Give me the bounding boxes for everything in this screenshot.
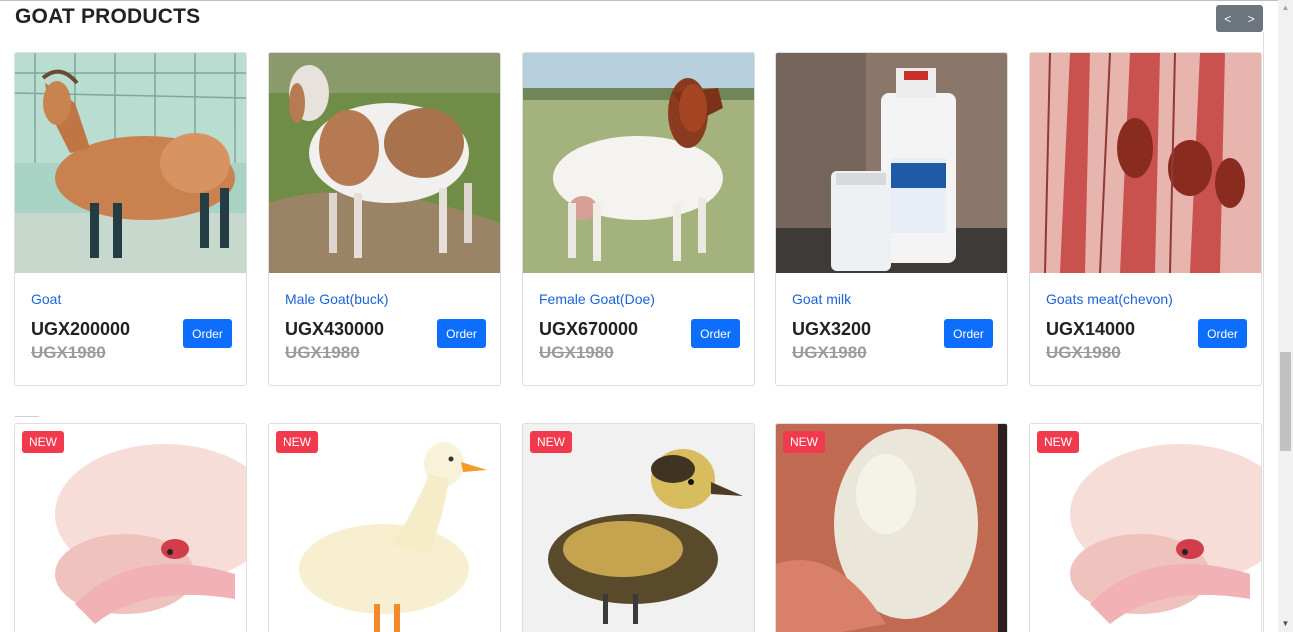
product-image-white-duck: [269, 424, 500, 632]
product-image-goat[interactable]: [15, 53, 246, 273]
product-card: Male Goat(buck) UGX430000 UGX1980 Order: [268, 52, 501, 386]
new-badge: NEW: [783, 431, 825, 453]
order-button[interactable]: Order: [437, 319, 486, 348]
product-price: UGX200000: [31, 319, 131, 339]
scroll-up-arrow-icon[interactable]: ▲: [1278, 3, 1293, 15]
product-price: UGX3200: [792, 319, 872, 339]
section-title: GOAT PRODUCTS: [15, 5, 201, 28]
new-product-card[interactable]: NEW: [268, 423, 501, 632]
carousel-nav: < >: [1216, 5, 1263, 32]
new-product-card[interactable]: NEW: [14, 423, 247, 632]
page-content: GOAT PRODUCTS < > Goat UGX200000 UGX1980…: [0, 0, 1278, 632]
new-product-card[interactable]: NEW: [522, 423, 755, 632]
product-old-price: UGX1980: [792, 343, 867, 362]
carousel-next-button[interactable]: >: [1248, 12, 1255, 26]
scroll-down-arrow-icon[interactable]: ▼: [1278, 619, 1293, 631]
product-old-price: UGX1980: [539, 343, 614, 362]
new-badge: NEW: [1037, 431, 1079, 453]
new-product-card[interactable]: NEW: [775, 423, 1008, 632]
product-price: UGX670000: [539, 319, 639, 339]
section-divider: [15, 416, 39, 417]
new-badge: NEW: [22, 431, 64, 453]
product-image-goat-milk[interactable]: [776, 53, 1007, 273]
product-card: Goat milk UGX3200 UGX1980 Order: [775, 52, 1008, 386]
product-old-price: UGX1980: [31, 343, 106, 362]
order-button[interactable]: Order: [183, 319, 232, 348]
product-image-duck-meat: [1030, 424, 1261, 632]
product-card: Goat UGX200000 UGX1980 Order: [14, 52, 247, 386]
product-image-duckling: [523, 424, 754, 632]
product-image-duck-meat: [15, 424, 246, 632]
product-name-link[interactable]: Female Goat(Doe): [539, 291, 655, 307]
product-old-price: UGX1980: [1046, 343, 1121, 362]
carousel-edge-line: [1263, 32, 1264, 632]
product-image-female-goat[interactable]: [523, 53, 754, 273]
new-badge: NEW: [530, 431, 572, 453]
scrollbar-thumb[interactable]: [1280, 352, 1291, 451]
product-name-link[interactable]: Male Goat(buck): [285, 291, 388, 307]
new-badge: NEW: [276, 431, 318, 453]
product-card: Female Goat(Doe) UGX670000 UGX1980 Order: [522, 52, 755, 386]
new-product-card[interactable]: NEW: [1029, 423, 1262, 632]
order-button[interactable]: Order: [1198, 319, 1247, 348]
product-name-link[interactable]: Goats meat(chevon): [1046, 291, 1173, 307]
product-image-male-goat[interactable]: [269, 53, 500, 273]
order-button[interactable]: Order: [944, 319, 993, 348]
product-old-price: UGX1980: [285, 343, 360, 362]
product-price: UGX14000: [1046, 319, 1136, 339]
carousel-prev-button[interactable]: <: [1224, 12, 1231, 26]
product-card: Goats meat(chevon) UGX14000 UGX1980 Orde…: [1029, 52, 1262, 386]
product-name-link[interactable]: Goat: [31, 291, 61, 307]
vertical-scrollbar[interactable]: ▲ ▼: [1278, 0, 1293, 632]
product-name-link[interactable]: Goat milk: [792, 291, 851, 307]
product-image-duck-egg: [776, 424, 1007, 632]
order-button[interactable]: Order: [691, 319, 740, 348]
product-price: UGX430000: [285, 319, 385, 339]
product-image-goat-meat[interactable]: [1030, 53, 1261, 273]
